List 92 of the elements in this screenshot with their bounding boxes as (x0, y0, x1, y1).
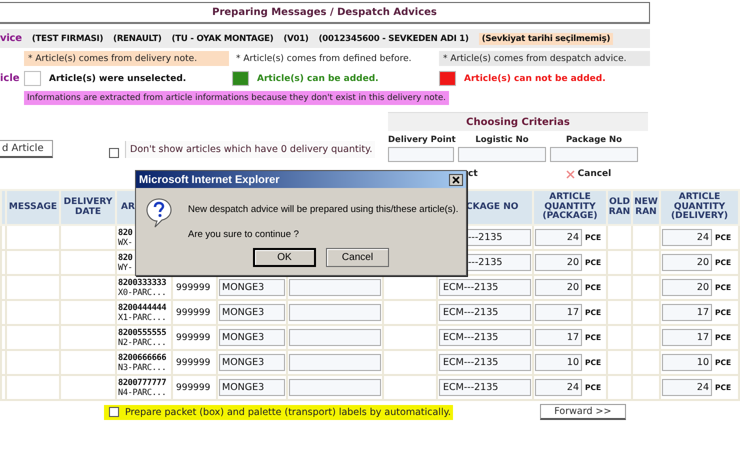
info-item: (TEST FIRMASI) (32, 34, 104, 44)
article-code: 8200444444 (118, 302, 168, 312)
input-field[interactable] (289, 304, 381, 321)
quantity-field[interactable]: 17 (662, 329, 712, 346)
input-field[interactable]: MONGE3 (219, 304, 285, 321)
cross-icon (566, 170, 575, 178)
dialog-button[interactable]: OK (253, 248, 316, 267)
table-cell-text: 999999 (175, 358, 210, 368)
column-header: MESSAGE (6, 190, 60, 225)
filter-field[interactable] (388, 147, 454, 162)
package-field[interactable]: ECM---2135 (439, 279, 531, 296)
column-header: OLD RAN (607, 190, 632, 225)
quantity-field[interactable]: 10 (535, 354, 582, 371)
column-header: ARTICLE QUANTITY (DELIVERY) (660, 190, 739, 225)
forward-button[interactable]: Forward >> (540, 404, 626, 420)
input-field[interactable] (289, 354, 381, 371)
column-header: DELIVERY DATE (60, 190, 116, 225)
article-name: WY- (118, 262, 134, 272)
page-title: Preparing Messages / Despatch Advices (0, 2, 650, 24)
article-name: N3-PARC... (118, 362, 168, 372)
package-field[interactable]: ECM---2135 (439, 354, 531, 371)
article-code: 8200333333 (118, 278, 168, 288)
question-icon (146, 198, 172, 228)
quantity-field[interactable]: 17 (535, 304, 582, 321)
input-field[interactable] (289, 279, 381, 296)
info-item: (TU - OYAK MONTAGE) (172, 34, 274, 44)
info-item: (0012345600 - SEVKEDEN ADI 1) (318, 34, 469, 44)
article-name: X0-PARC... (118, 288, 168, 298)
article-name: N2-PARC... (118, 338, 168, 348)
source-legend: * Article(s) comes from delivery note. (24, 51, 229, 66)
table-cell-text: 999999 (175, 332, 210, 342)
close-button[interactable] (449, 174, 463, 186)
filter-field[interactable] (550, 147, 638, 162)
article-code: 8200666666 (118, 352, 168, 362)
page-heading: vice (0, 33, 22, 44)
article-name: WX- (118, 238, 134, 248)
package-field[interactable]: ECM---2135 (439, 329, 531, 346)
article-code: 8200555555 (118, 328, 168, 338)
quantity-field[interactable]: 24 (662, 379, 712, 396)
article-code: 8200777777 (118, 378, 168, 388)
table-cell-text: 999999 (175, 282, 210, 292)
input-field[interactable]: MONGE3 (219, 354, 285, 371)
article-code: 820 (118, 252, 134, 262)
quantity-field[interactable]: 20 (662, 279, 712, 296)
input-field[interactable]: MONGE3 (219, 329, 285, 346)
field-label: Delivery Point (388, 135, 454, 145)
info-note: Informations are extracted from article informations because they don't exist in this delivery note. (24, 91, 449, 105)
info-item: (RENAULT) (113, 34, 162, 44)
source-legend: * Article(s) comes from despatch advice. (439, 51, 650, 66)
checkbox-label: Prepare packet (box) and palette (transport) labels by automatically. (125, 406, 451, 418)
dialog-button[interactable]: Cancel (326, 248, 389, 267)
legend-text: Article(s) can be added. (257, 74, 379, 84)
quantity-field[interactable]: 17 (662, 304, 712, 321)
checkbox[interactable] (109, 407, 119, 417)
quantity-field[interactable]: 24 (535, 229, 582, 246)
dialog-question: Are you sure to continue ? (188, 229, 300, 240)
column-header: ARTICLE QUANTITY (PACKAGE) (533, 190, 607, 225)
package-field[interactable]: ECM---2135 (439, 379, 531, 396)
article-name: N4-PARC... (118, 388, 168, 398)
quantity-field[interactable]: 17 (535, 329, 582, 346)
checkbox[interactable] (109, 148, 119, 158)
quantity-field[interactable]: 20 (535, 254, 582, 271)
table-cell-text: 999999 (175, 308, 210, 318)
legend-text: Article(s) can not be added. (464, 74, 606, 84)
section-label: icle (0, 72, 20, 84)
warning-text: (Sevkiyat tarihi seçilmemiş) (478, 32, 614, 44)
dialog-title: Microsoft Internet Explorer (139, 174, 280, 186)
quantity-field[interactable]: 24 (535, 379, 582, 396)
quantity-field[interactable]: 20 (535, 279, 582, 296)
add-article-button[interactable]: d Article (0, 140, 53, 158)
quantity-field[interactable]: 24 (662, 229, 712, 246)
close-icon (452, 176, 460, 184)
cancel-link[interactable]: Cancel (566, 169, 612, 179)
table-cell-text: 999999 (175, 382, 210, 392)
checkbox-label: Don't show articles which have 0 delivery quantity. (125, 141, 376, 158)
column-header: NEW RAN (632, 190, 660, 225)
legend-text: Article(s) were unselected. (49, 74, 186, 84)
package-field[interactable]: ECM---2135 (439, 304, 531, 321)
input-field[interactable]: MONGE3 (219, 279, 285, 296)
info-item: (V01) (283, 34, 309, 44)
input-field[interactable]: MONGE3 (219, 379, 285, 396)
filter-field[interactable] (458, 147, 546, 162)
quantity-field[interactable]: 20 (662, 254, 712, 271)
field-label: Package No (565, 135, 623, 145)
criteria-title: Choosing Criterias (388, 112, 648, 131)
select-link[interactable]: ct (468, 169, 478, 179)
quantity-field[interactable]: 10 (662, 354, 712, 371)
input-field[interactable] (289, 379, 381, 396)
article-name: X1-PARC... (118, 312, 168, 322)
input-field[interactable] (289, 329, 381, 346)
article-code: 820 (118, 228, 134, 238)
field-label: Logistic No (474, 135, 530, 145)
